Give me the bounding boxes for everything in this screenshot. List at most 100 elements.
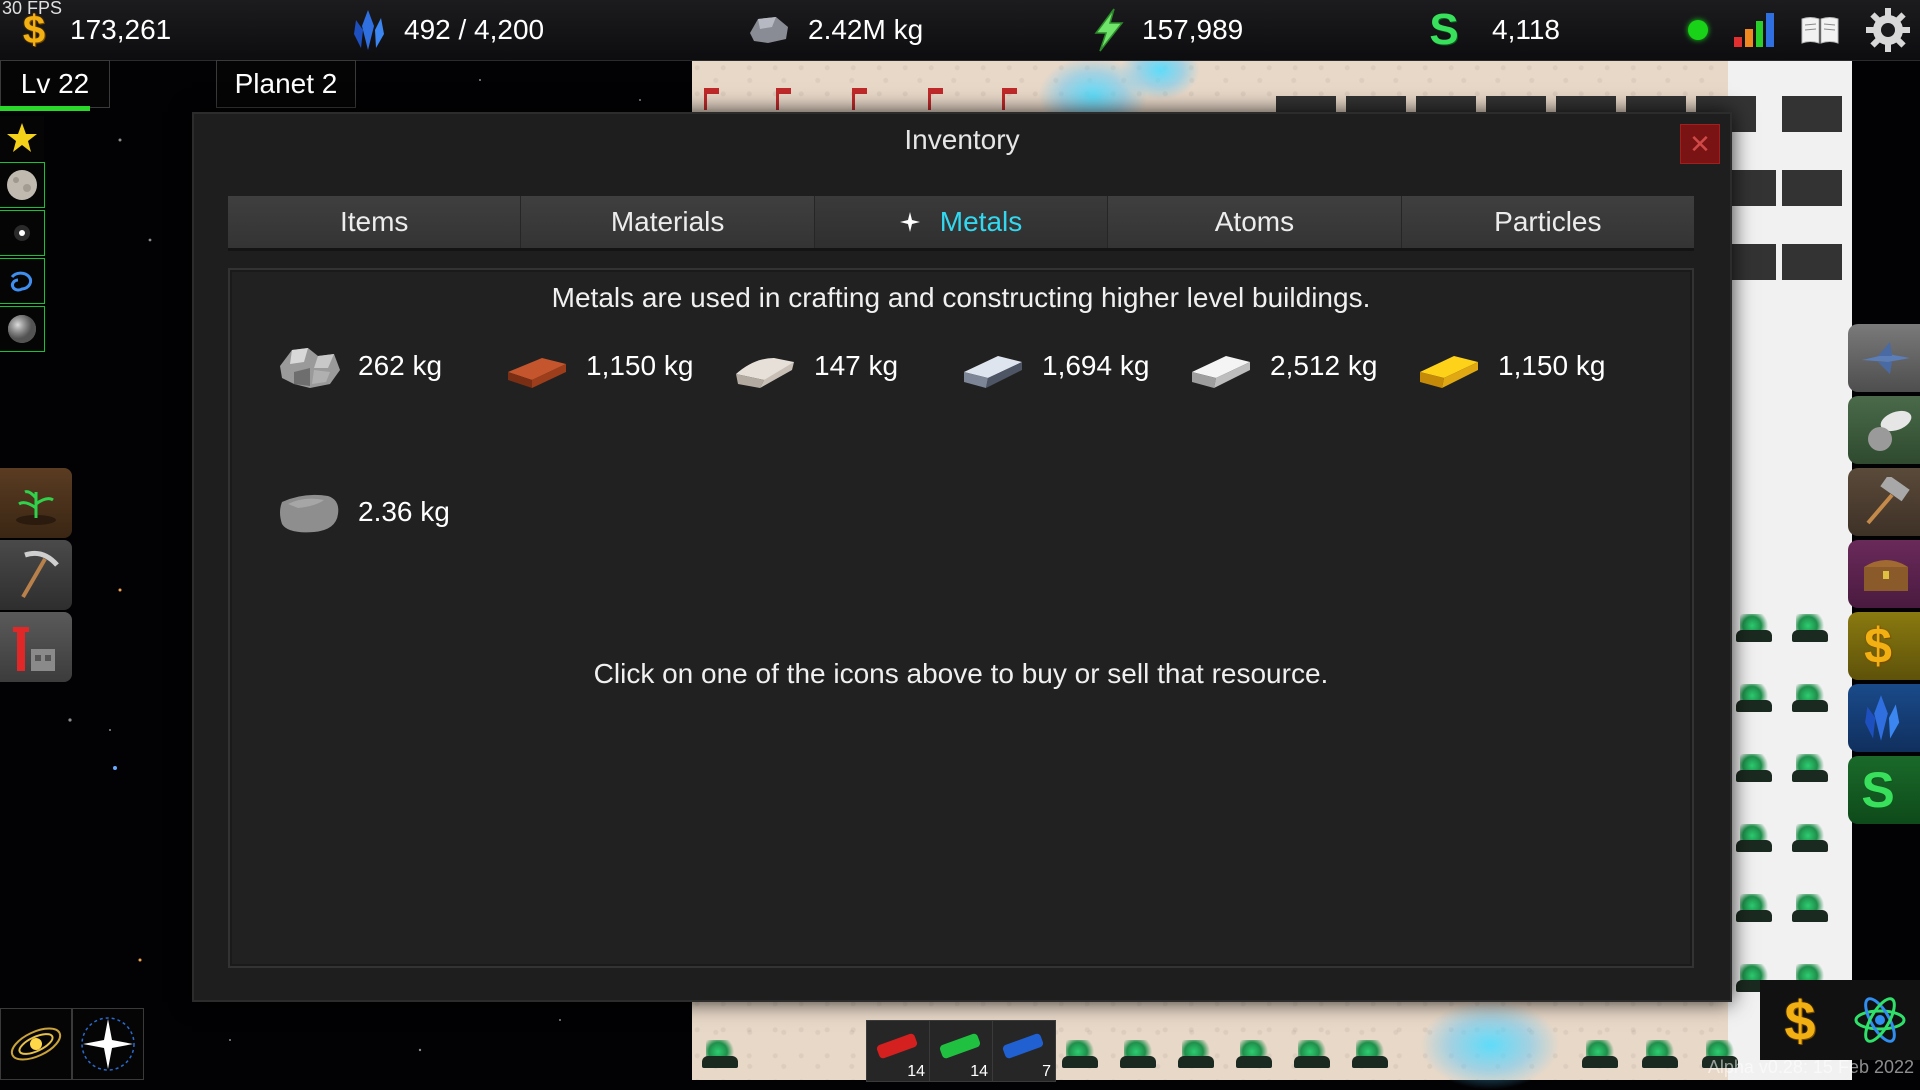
credit-shop-button[interactable]: S <box>1848 756 1920 824</box>
galaxy-icon <box>10 271 33 292</box>
tab-label: Items <box>339 206 409 237</box>
metal-amount: 2,512 kg <box>1270 350 1378 381</box>
credits-counter[interactable]: S 4,118 <box>1424 0 1560 60</box>
red-potion-icon <box>875 1032 919 1060</box>
mining-tool-button[interactable] <box>0 540 72 610</box>
tab-metals[interactable]: Metals <box>814 196 1109 248</box>
level-progress-bar <box>0 106 90 111</box>
spaceship-button[interactable] <box>1848 324 1920 392</box>
star-map-button[interactable] <box>72 1008 144 1080</box>
research-button[interactable] <box>1840 980 1920 1060</box>
ore-counter[interactable]: 2.42M kg <box>746 0 923 60</box>
chest-button[interactable] <box>1848 540 1920 608</box>
tab-label: Particles <box>1494 206 1602 237</box>
status-dot-icon <box>1688 20 1708 40</box>
galaxy-map-button[interactable] <box>0 1008 72 1080</box>
trade-button[interactable]: $ <box>1760 980 1840 1060</box>
tab-atoms[interactable]: Atoms <box>1108 196 1402 248</box>
tab-materials[interactable]: Materials <box>521 196 815 248</box>
tab-label: Metals <box>939 206 1023 237</box>
moon-view-button[interactable] <box>0 162 45 208</box>
spaceship-icon <box>1862 342 1910 374</box>
metal-amount: 147 kg <box>814 350 899 381</box>
dollar-icon: $ <box>22 7 46 52</box>
red-potion-slot[interactable]: 14 <box>867 1021 930 1081</box>
level-label: Lv 22 <box>20 68 90 99</box>
guide-book-icon[interactable] <box>1800 15 1840 45</box>
hammer-button[interactable] <box>1848 468 1920 536</box>
planet-selector[interactable]: Planet 2 <box>216 60 356 108</box>
metal-amount: 262 kg <box>358 350 443 381</box>
compass-star-icon <box>81 1017 135 1071</box>
galaxy-map-icon <box>10 1027 62 1061</box>
blue-potion-icon <box>1001 1032 1045 1060</box>
tin-bar-icon <box>736 358 794 388</box>
resource-bar: 30 FPS $ 173,261 492 / 4,200 2.42M kg 15… <box>0 0 1920 61</box>
metals-panel: Metals are used in crafting and construc… <box>228 268 1694 968</box>
metals-hint: Click on one of the icons above to buy o… <box>593 658 1329 689</box>
star-icon <box>7 123 37 152</box>
copper-bar-icon <box>508 358 566 388</box>
farm-tool-button[interactable] <box>0 468 72 538</box>
build-tool-button[interactable] <box>0 612 72 682</box>
green-potion-slot[interactable]: 14 <box>930 1021 993 1081</box>
money-counter[interactable]: $ 173,261 <box>14 0 171 60</box>
crystal-counter[interactable]: 492 / 4,200 <box>348 0 544 60</box>
metal-item-tin[interactable]: 147 kg <box>730 336 898 396</box>
signal-bars-icon[interactable] <box>1734 13 1774 47</box>
metal-item-scrap[interactable]: 262 kg <box>274 336 442 396</box>
ore-icon <box>746 13 792 47</box>
metals-description: Metals are used in crafting and construc… <box>551 282 1371 313</box>
favorites-button[interactable] <box>0 116 44 160</box>
inventory-tabs: Items Materials Metals Atoms Particles <box>228 196 1695 251</box>
potion-count: 7 <box>1042 1063 1051 1080</box>
satellite-icon <box>1868 410 1912 451</box>
iron-bar-icon <box>964 356 1022 388</box>
atom-icon <box>1854 997 1906 1043</box>
pickaxe-icon <box>21 550 59 599</box>
crystal-icon <box>348 8 388 52</box>
building-marker <box>704 88 725 110</box>
scrap-metal-icon <box>280 348 340 388</box>
selected-spark-icon <box>899 212 920 232</box>
galaxy-view-button[interactable] <box>0 258 45 304</box>
potion-count: 14 <box>907 1063 925 1080</box>
close-button[interactable]: ✕ <box>1680 124 1720 164</box>
satellite-button[interactable] <box>1848 396 1920 464</box>
settings-gear-icon[interactable] <box>1864 6 1912 54</box>
hammer-icon <box>1866 477 1910 525</box>
credit-icon: S <box>1861 762 1895 818</box>
credit-icon: S <box>1429 5 1459 54</box>
tab-particles[interactable]: Particles <box>1401 196 1695 248</box>
level-indicator[interactable]: Lv 22 <box>0 60 110 108</box>
building-marker <box>776 88 797 110</box>
metal-item-lump[interactable]: 2.36 kg <box>274 482 450 542</box>
energy-icon <box>1090 7 1126 53</box>
factory-icon <box>13 627 55 671</box>
crystal-shop-button[interactable] <box>1848 684 1920 752</box>
gold-bar-icon <box>1420 356 1478 388</box>
credits-value: 4,118 <box>1492 14 1560 45</box>
crystal-deposit-glow <box>1420 1000 1560 1090</box>
moon-icon <box>7 170 37 200</box>
boost-potions: 14 14 7 <box>866 1020 1056 1082</box>
energy-value: 157,989 <box>1142 14 1244 45</box>
silver-bar-icon <box>1192 356 1250 388</box>
blue-potion-slot[interactable]: 7 <box>993 1021 1055 1081</box>
metal-item-iron[interactable]: 1,694 kg <box>958 336 1149 396</box>
energy-counter[interactable]: 157,989 <box>1090 0 1243 60</box>
quick-actions: $ <box>1760 980 1920 1060</box>
star-system-view-button[interactable] <box>0 210 45 256</box>
market-button[interactable]: $ <box>1848 612 1920 680</box>
metal-amount: 1,150 kg <box>1498 350 1606 381</box>
universe-view-button[interactable] <box>0 306 45 352</box>
metal-item-gold[interactable]: 1,150 kg <box>1414 336 1605 396</box>
planet-icon <box>8 315 36 343</box>
star-system-icon <box>14 225 30 241</box>
tab-items[interactable]: Items <box>228 196 522 248</box>
gray-lump-icon <box>280 494 339 533</box>
building-marker <box>928 88 949 110</box>
metal-item-copper[interactable]: 1,150 kg <box>502 336 693 396</box>
version-label: Alpha v0.28: 15 Feb 2022 <box>1707 1057 1914 1077</box>
metal-item-silver[interactable]: 2,512 kg <box>1186 336 1377 396</box>
